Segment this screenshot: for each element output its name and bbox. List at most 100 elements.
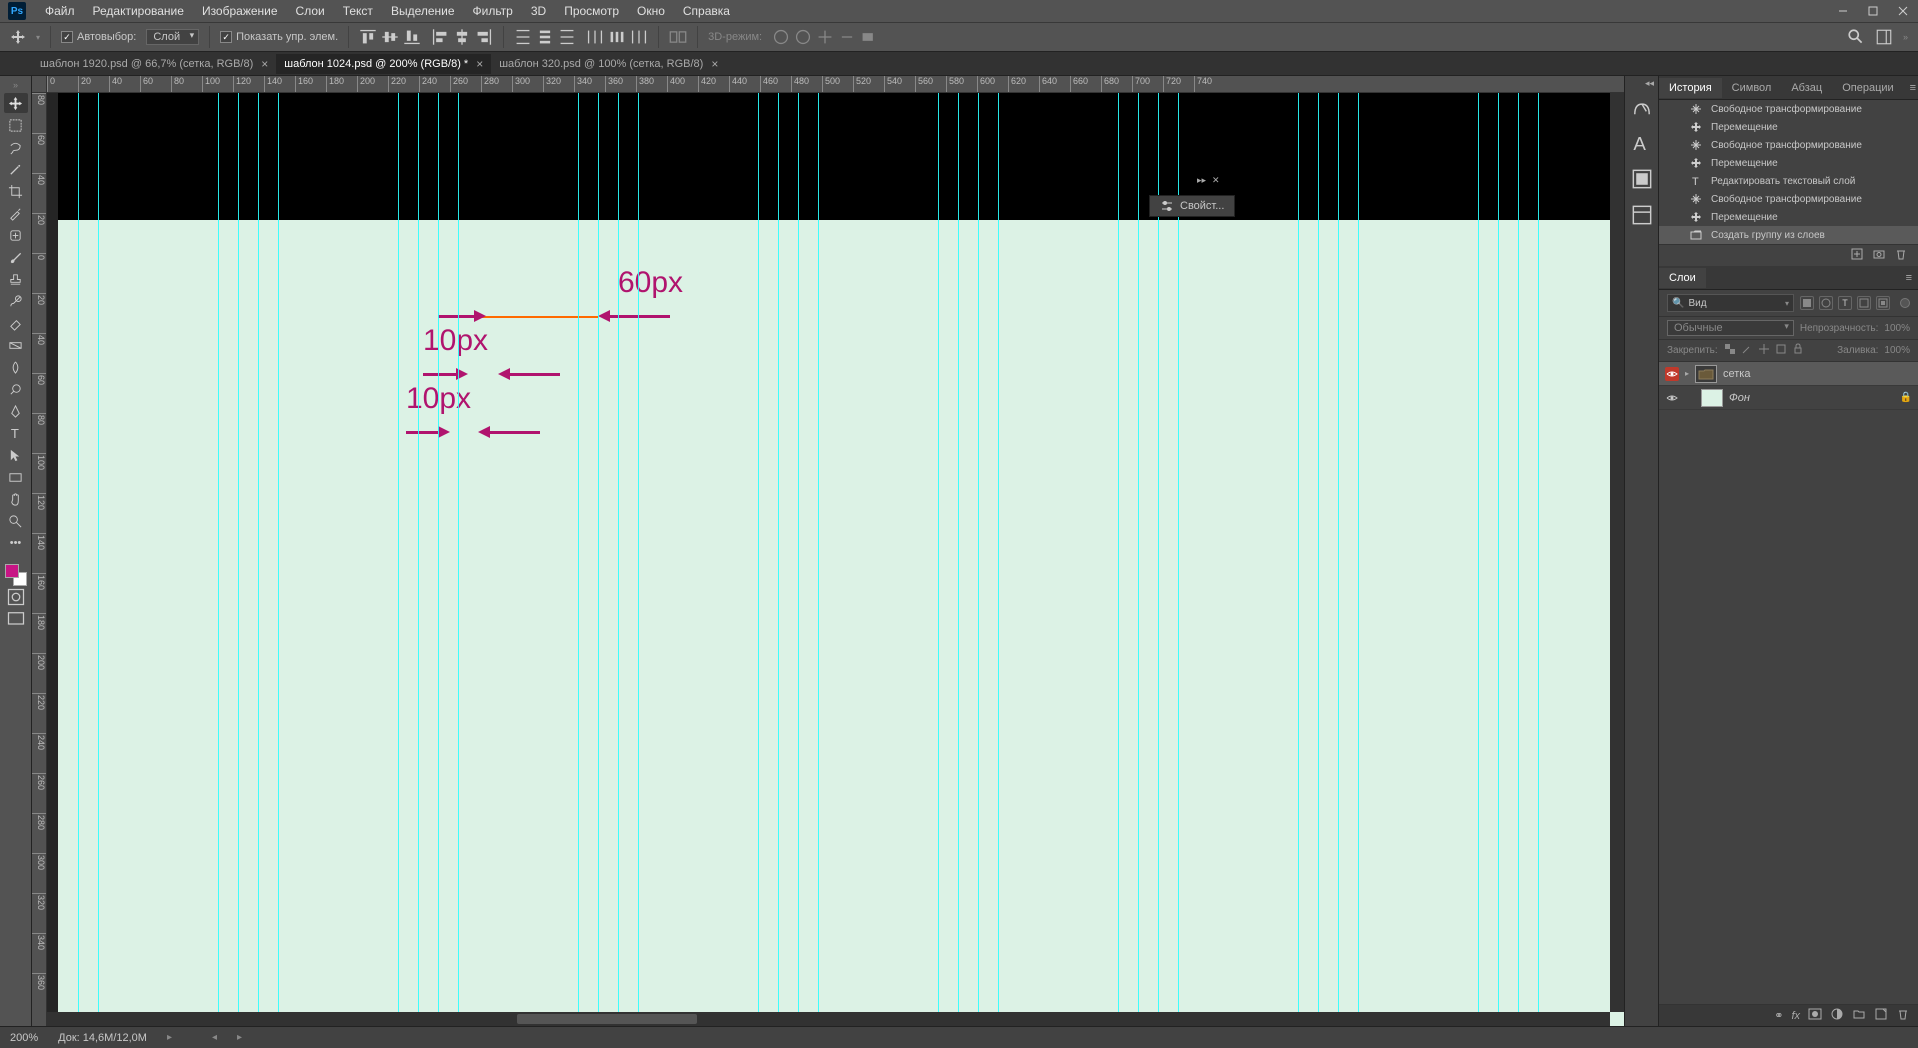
color-swatches[interactable] bbox=[5, 564, 27, 586]
layer-name[interactable]: сетка bbox=[1723, 368, 1750, 380]
maximize-button[interactable] bbox=[1858, 0, 1888, 22]
ruler-origin[interactable] bbox=[32, 76, 47, 93]
history-state[interactable]: Свободное трансформирование bbox=[1659, 100, 1918, 118]
guide-vertical[interactable] bbox=[798, 93, 799, 1026]
menu-просмотр[interactable]: Просмотр bbox=[555, 0, 628, 22]
align-top-icon[interactable] bbox=[359, 28, 377, 46]
document-size[interactable]: Док: 14,6M/12,0M bbox=[58, 1032, 147, 1044]
magic-wand-tool[interactable] bbox=[4, 159, 28, 179]
eyedropper-tool[interactable] bbox=[4, 203, 28, 223]
stamp-tool[interactable] bbox=[4, 269, 28, 289]
filter-shape-icon[interactable] bbox=[1857, 296, 1871, 310]
lasso-tool[interactable] bbox=[4, 137, 28, 157]
menu-редактирование[interactable]: Редактирование bbox=[84, 0, 193, 22]
eraser-tool[interactable] bbox=[4, 313, 28, 333]
layer-fx-icon[interactable]: fx bbox=[1791, 1010, 1800, 1022]
guide-vertical[interactable] bbox=[418, 93, 419, 1026]
guide-vertical[interactable] bbox=[1538, 93, 1539, 1026]
history-state[interactable]: TРедактировать текстовый слой bbox=[1659, 172, 1918, 190]
styles-panel-icon[interactable] bbox=[1629, 168, 1655, 190]
close-icon[interactable]: × bbox=[711, 57, 718, 71]
minimize-button[interactable] bbox=[1828, 0, 1858, 22]
guide-vertical[interactable] bbox=[218, 93, 219, 1026]
rectangle-tool[interactable] bbox=[4, 467, 28, 487]
filter-text-icon[interactable]: T bbox=[1838, 296, 1852, 310]
visibility-eye-icon[interactable] bbox=[1665, 367, 1679, 381]
marquee-tool[interactable] bbox=[4, 115, 28, 135]
guide-vertical[interactable] bbox=[1318, 93, 1319, 1026]
guide-vertical[interactable] bbox=[1498, 93, 1499, 1026]
timeline-prev-icon[interactable]: ◂ bbox=[212, 1032, 217, 1043]
new-layer-icon[interactable] bbox=[1874, 1007, 1888, 1024]
quick-mask-icon[interactable] bbox=[6, 588, 26, 606]
guide-vertical[interactable] bbox=[258, 93, 259, 1026]
gradient-tool[interactable] bbox=[4, 335, 28, 355]
ruler-horizontal[interactable]: 0204060801001201401601802002202402602803… bbox=[47, 76, 1624, 93]
align-right-icon[interactable] bbox=[475, 28, 493, 46]
document-tab[interactable]: шаблон 1024.psd @ 200% (RGB/8) *× bbox=[276, 54, 491, 74]
crop-tool[interactable] bbox=[4, 181, 28, 201]
distribute-vcenter-icon[interactable] bbox=[536, 28, 554, 46]
tab-actions[interactable]: Операции bbox=[1832, 78, 1903, 98]
zoom-tool[interactable] bbox=[4, 511, 28, 531]
close-button[interactable] bbox=[1888, 0, 1918, 22]
guide-vertical[interactable] bbox=[458, 93, 459, 1026]
layer-name[interactable]: Фон bbox=[1729, 392, 1750, 404]
new-group-icon[interactable] bbox=[1852, 1007, 1866, 1024]
3d-roll-icon[interactable] bbox=[794, 28, 812, 46]
blend-mode-dropdown[interactable]: Обычные bbox=[1667, 320, 1794, 336]
history-state[interactable]: Свободное трансформирование bbox=[1659, 136, 1918, 154]
zoom-level[interactable]: 200% bbox=[10, 1032, 38, 1044]
history-brush-tool[interactable] bbox=[4, 291, 28, 311]
guide-vertical[interactable] bbox=[1338, 93, 1339, 1026]
auto-select-target-dropdown[interactable]: Слой bbox=[146, 29, 199, 45]
lock-artboard-icon[interactable] bbox=[1775, 343, 1787, 358]
lock-icon[interactable]: 🔒 bbox=[1900, 392, 1912, 403]
distribute-right-icon[interactable] bbox=[630, 28, 648, 46]
tab-layers[interactable]: Слои bbox=[1659, 268, 1706, 288]
status-flyout-icon[interactable]: ▸ bbox=[167, 1032, 172, 1043]
adjustment-layer-icon[interactable] bbox=[1830, 1007, 1844, 1024]
3d-orbit-icon[interactable] bbox=[772, 28, 790, 46]
search-icon[interactable] bbox=[1847, 28, 1865, 46]
auto-align-icon[interactable] bbox=[669, 28, 687, 46]
history-state[interactable]: Свободное трансформирование bbox=[1659, 190, 1918, 208]
menu-3d[interactable]: 3D bbox=[522, 0, 555, 22]
document-tab[interactable]: шаблон 320.psd @ 100% (сетка, RGB/8)× bbox=[491, 54, 726, 74]
filter-adjust-icon[interactable] bbox=[1819, 296, 1833, 310]
floating-panel-collapse[interactable]: ▸▸✕ bbox=[1197, 175, 1220, 186]
guide-vertical[interactable] bbox=[618, 93, 619, 1026]
menu-окно[interactable]: Окно bbox=[628, 0, 674, 22]
guide-vertical[interactable] bbox=[1138, 93, 1139, 1026]
libraries-panel-icon[interactable] bbox=[1629, 204, 1655, 226]
ruler-vertical[interactable]: 8060402002040608010012014016018020022024… bbox=[32, 93, 47, 1026]
distribute-hcenter-icon[interactable] bbox=[608, 28, 626, 46]
document-canvas[interactable]: 60px 10px 10px bbox=[58, 93, 1624, 1026]
properties-panel-collapsed[interactable]: Свойст... bbox=[1149, 195, 1235, 217]
align-left-icon[interactable] bbox=[431, 28, 449, 46]
link-layers-icon[interactable]: ⚭ bbox=[1774, 1009, 1783, 1022]
3d-camera-icon[interactable] bbox=[860, 28, 878, 46]
path-select-tool[interactable] bbox=[4, 445, 28, 465]
history-state[interactable]: Создать группу из слоев bbox=[1659, 226, 1918, 244]
healing-tool[interactable] bbox=[4, 225, 28, 245]
lock-all-icon[interactable] bbox=[1792, 343, 1804, 358]
dodge-tool[interactable] bbox=[4, 379, 28, 399]
layer-filter-dropdown[interactable]: 🔍Вид bbox=[1667, 294, 1794, 312]
panel-menu-icon[interactable]: ≡ bbox=[1904, 82, 1918, 94]
timeline-next-icon[interactable]: ▸ bbox=[237, 1032, 242, 1043]
history-state[interactable]: Перемещение bbox=[1659, 154, 1918, 172]
tab-paragraph[interactable]: Абзац bbox=[1781, 78, 1832, 98]
workspace-icon[interactable] bbox=[1875, 28, 1893, 46]
guide-vertical[interactable] bbox=[98, 93, 99, 1026]
guide-vertical[interactable] bbox=[1298, 93, 1299, 1026]
delete-layer-icon[interactable] bbox=[1896, 1007, 1910, 1024]
lock-position-icon[interactable] bbox=[1758, 343, 1770, 358]
vertical-scrollbar[interactable] bbox=[1610, 93, 1624, 1012]
3d-slide-icon[interactable] bbox=[838, 28, 856, 46]
guide-vertical[interactable] bbox=[578, 93, 579, 1026]
menu-файл[interactable]: Файл bbox=[36, 0, 84, 22]
blur-tool[interactable] bbox=[4, 357, 28, 377]
foreground-color-swatch[interactable] bbox=[5, 564, 19, 578]
document-tab[interactable]: шаблон 1920.psd @ 66,7% (сетка, RGB/8)× bbox=[32, 54, 276, 74]
